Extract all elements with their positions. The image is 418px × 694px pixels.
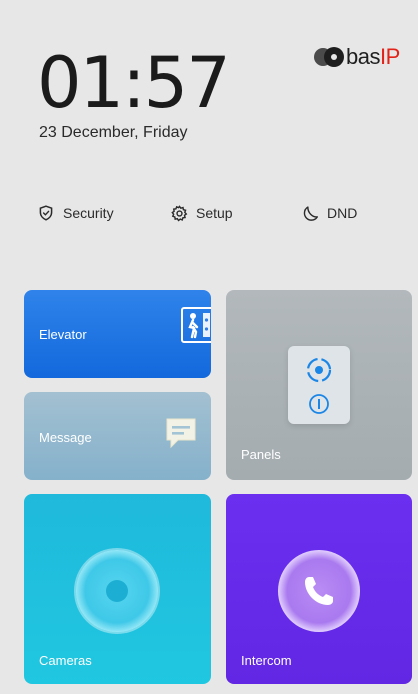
bas-ip-logo: basIP <box>314 44 400 70</box>
logo-mark-icon <box>314 46 344 68</box>
security-label: Security <box>63 205 114 221</box>
intercom-tile[interactable]: Intercom <box>226 494 412 684</box>
message-icon <box>164 416 198 452</box>
moon-icon <box>301 204 319 222</box>
panel-device-icon <box>288 346 350 424</box>
panels-tile[interactable]: Panels <box>226 290 412 480</box>
gear-icon <box>170 204 188 222</box>
dnd-button[interactable]: DND <box>301 204 357 222</box>
shield-icon <box>37 204 55 222</box>
logo-text: basIP <box>346 44 400 69</box>
cameras-tile[interactable]: Cameras <box>24 494 211 684</box>
cameras-label: Cameras <box>39 653 92 668</box>
phone-icon <box>278 550 360 632</box>
message-tile[interactable]: Message <box>24 392 211 480</box>
clock-time: 01:57 <box>37 42 231 124</box>
message-label: Message <box>39 430 92 445</box>
clock-date: 23 December, Friday <box>39 124 188 141</box>
elevator-icon <box>181 307 211 343</box>
dnd-label: DND <box>327 205 358 221</box>
setup-button[interactable]: Setup <box>170 204 233 222</box>
intercom-label: Intercom <box>241 653 292 668</box>
camera-icon <box>76 550 158 632</box>
quick-actions-row: Security Setup DND <box>0 204 418 234</box>
home-screen: 01:57 23 December, Friday basIP Security… <box>0 0 418 694</box>
security-button[interactable]: Security <box>37 204 114 222</box>
setup-label: Setup <box>196 205 233 221</box>
elevator-label: Elevator <box>39 327 87 342</box>
panels-label: Panels <box>241 447 281 462</box>
elevator-tile[interactable]: Elevator <box>24 290 211 378</box>
